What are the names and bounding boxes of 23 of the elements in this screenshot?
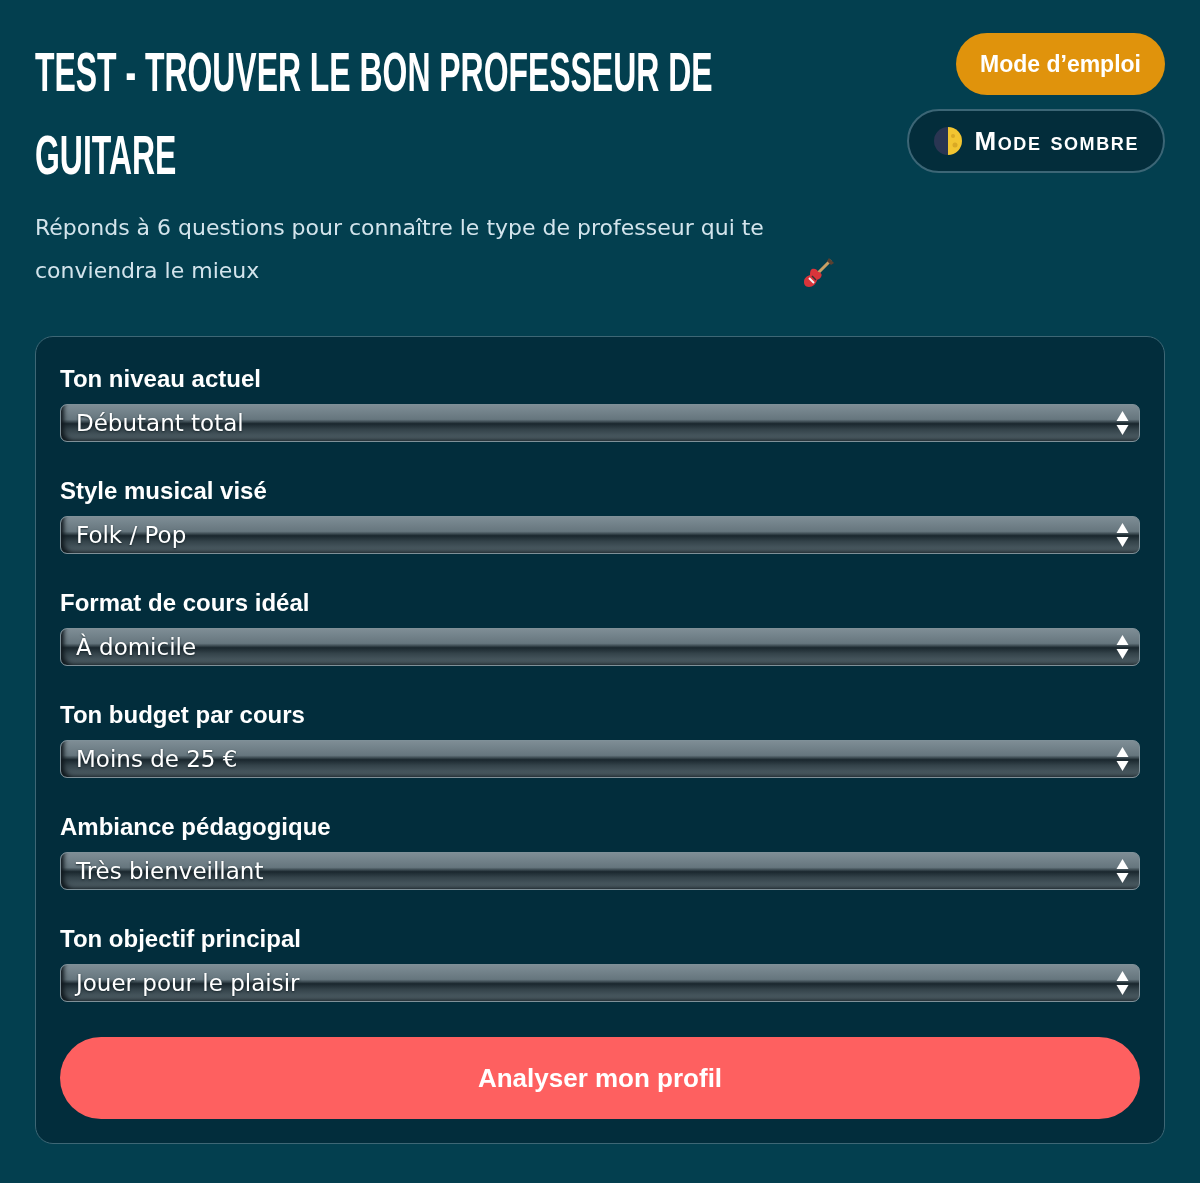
subtitle-text: Réponds à 6 questions pour connaître le type de professeur qui te conviendra le mieux bbox=[35, 214, 765, 285]
up-down-arrows-icon bbox=[1116, 858, 1129, 884]
field-label: Style musical visé bbox=[60, 476, 268, 506]
up-down-arrows-icon bbox=[1116, 746, 1129, 772]
up-down-arrows-icon bbox=[1116, 522, 1129, 548]
page-title: TEST - TROUVER LE BON PROFESSEUR DE GUITARE bbox=[35, 39, 714, 188]
guitar-icon bbox=[803, 256, 835, 288]
field-label: Ton objectif principal bbox=[60, 924, 302, 954]
field-label: Ton budget par cours bbox=[60, 700, 306, 730]
field-label: Ton niveau actuel bbox=[60, 364, 262, 394]
select-field[interactable]: Débutant total bbox=[60, 404, 1140, 442]
up-down-arrows-icon bbox=[1116, 970, 1129, 996]
select-field[interactable]: Moins de 25 € bbox=[60, 740, 1140, 778]
up-down-arrows-icon bbox=[1116, 410, 1129, 436]
dark-mode-button[interactable]: Mode sombre bbox=[906, 109, 1165, 173]
half-moon-icon bbox=[932, 126, 963, 156]
field-label: Format de cours idéal bbox=[60, 588, 311, 618]
select-field[interactable]: Folk / Pop bbox=[60, 516, 1140, 554]
select-field[interactable]: Jouer pour le plaisir bbox=[60, 964, 1140, 1002]
up-down-arrows-icon bbox=[1116, 634, 1129, 660]
field-label: Ambiance pédagogique bbox=[60, 812, 332, 842]
select-field[interactable]: À domicile bbox=[60, 628, 1140, 666]
select-field[interactable]: Très bienveillant bbox=[60, 852, 1140, 890]
